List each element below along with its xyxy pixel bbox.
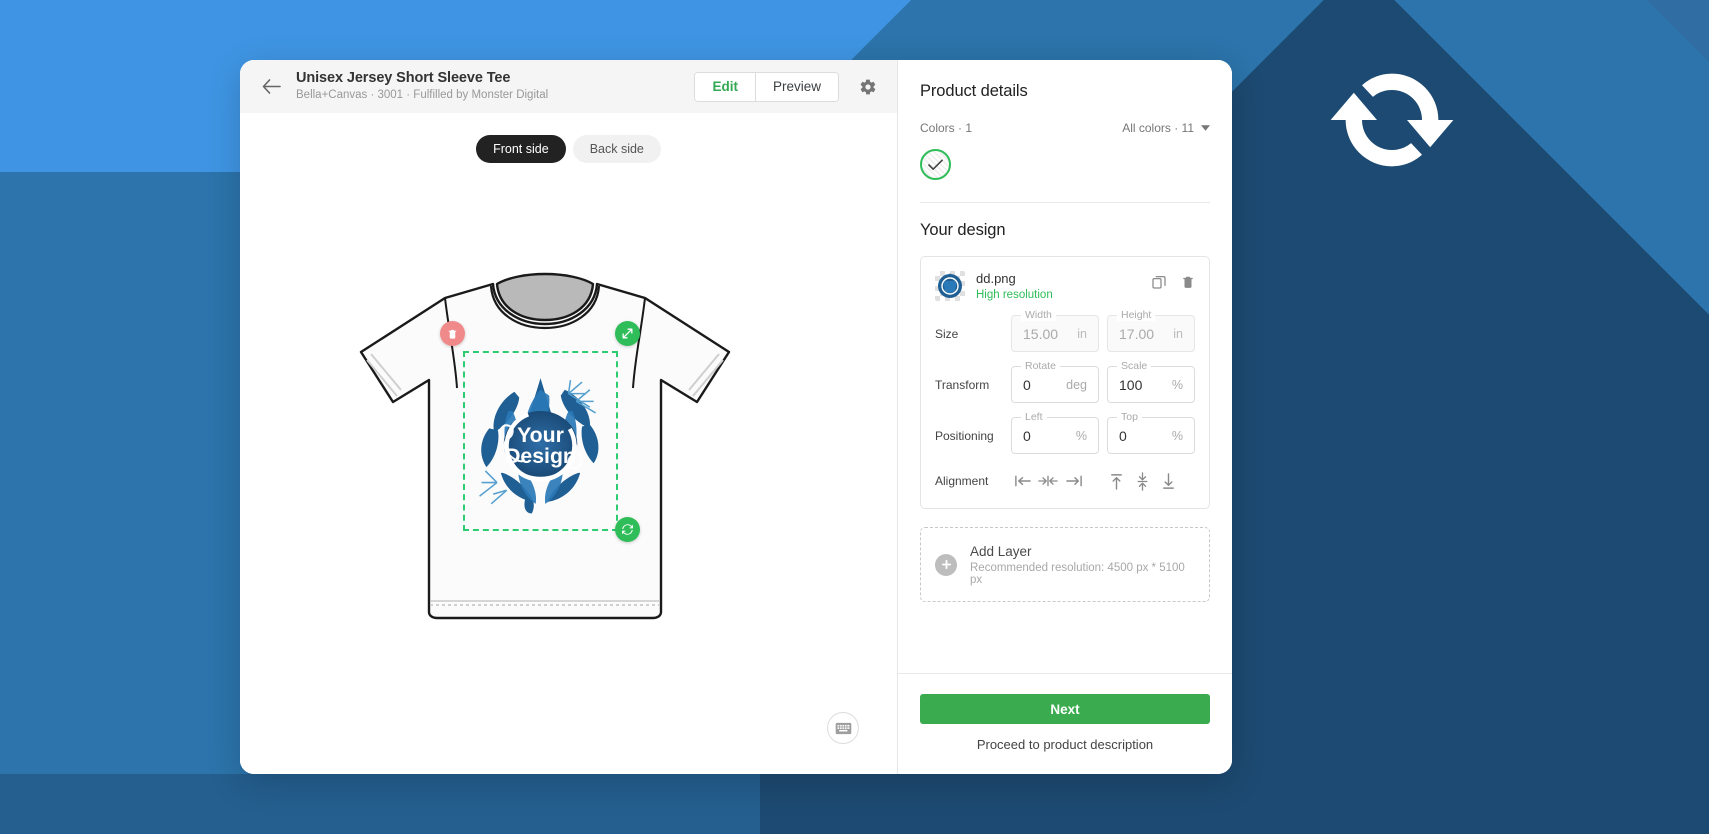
align-left-icon[interactable] — [1011, 470, 1033, 492]
screenshot-root: Unisex Jersey Short Sleeve Tee Bella+Can… — [0, 0, 1709, 834]
keyboard-shortcuts-button[interactable] — [827, 712, 859, 744]
colors-row: Colors · 1 All colors · 11 — [920, 121, 1210, 135]
top-unit: % — [1171, 428, 1183, 443]
scale-field[interactable]: Scale % — [1107, 360, 1195, 403]
duplicate-layer-button[interactable] — [1151, 274, 1167, 290]
product-designer-card: Unisex Jersey Short Sleeve Tee Bella+Can… — [240, 60, 1232, 774]
tab-back-side[interactable]: Back side — [572, 135, 661, 163]
layer-thumbnail — [935, 271, 965, 301]
color-swatch-selected[interactable] — [920, 149, 951, 180]
left-unit: % — [1075, 428, 1087, 443]
chevron-down-icon — [1201, 125, 1210, 131]
positioning-row: Positioning Left % Top % — [935, 411, 1195, 454]
copy-icon — [1152, 276, 1166, 289]
add-layer-title: Add Layer — [970, 544, 1032, 559]
align-center-horizontal-icon[interactable] — [1037, 470, 1059, 492]
layer-file-name: dd.png — [976, 271, 1016, 286]
align-middle-vertical-icon[interactable] — [1131, 470, 1153, 492]
width-unit: in — [1077, 326, 1087, 341]
rotate-input[interactable] — [1023, 376, 1061, 393]
check-icon — [928, 159, 943, 170]
rotate-field[interactable]: Rotate deg — [1011, 360, 1099, 403]
trash-icon — [1183, 276, 1193, 288]
app-topbar: Unisex Jersey Short Sleeve Tee Bella+Can… — [240, 60, 897, 113]
rotate-layer-handle[interactable] — [615, 517, 640, 542]
left-legend: Left — [1021, 411, 1047, 423]
gear-icon[interactable] — [853, 72, 883, 102]
layer-actions — [1151, 271, 1195, 290]
sync-refresh-icon — [1322, 60, 1462, 180]
width-legend: Width — [1021, 309, 1056, 321]
size-row-label: Size — [935, 326, 959, 341]
rotate-unit: deg — [1066, 377, 1087, 392]
background-shape-dark-bottom — [0, 774, 760, 834]
positioning-row-label: Positioning — [935, 428, 994, 443]
height-input[interactable] — [1119, 325, 1168, 342]
resize-layer-handle[interactable] — [615, 321, 640, 346]
your-design-section: Your design dd.png High resolution Size … — [898, 203, 1232, 602]
align-top-icon[interactable] — [1105, 470, 1127, 492]
tab-preview[interactable]: Preview — [754, 72, 838, 101]
add-layer-button[interactable]: Add Layer Recommended resolution: 4500 p… — [920, 527, 1210, 602]
add-layer-subtitle: Recommended resolution: 4500 px * 5100 p… — [970, 562, 1185, 586]
width-input[interactable] — [1023, 325, 1072, 342]
height-legend: Height — [1117, 309, 1156, 321]
product-title-block: Unisex Jersey Short Sleeve Tee Bella+Can… — [296, 70, 694, 103]
keyboard-icon — [835, 722, 851, 734]
height-field[interactable]: Height in — [1107, 309, 1195, 352]
tab-front-side[interactable]: Front side — [476, 135, 566, 163]
rotate-legend: Rotate — [1021, 360, 1060, 372]
next-button[interactable]: Next — [920, 694, 1210, 724]
add-layer-text: Add Layer Recommended resolution: 4500 p… — [970, 543, 1195, 586]
design-canvas[interactable]: Front side Back side Your Design — [240, 113, 897, 774]
panel-heading: Product details — [920, 82, 1028, 100]
left-input[interactable] — [1023, 427, 1070, 444]
scale-input[interactable] — [1119, 376, 1166, 393]
all-colors-label: All colors · 11 — [1122, 121, 1194, 135]
rotate-refresh-icon — [622, 524, 633, 535]
trash-icon — [448, 329, 457, 339]
layer-meta: dd.png High resolution — [976, 271, 1140, 301]
tab-edit[interactable]: Edit — [695, 72, 755, 101]
layer-resolution-status: High resolution — [976, 289, 1053, 301]
product-details-section: Product details Colors · 1 All colors · … — [898, 60, 1232, 203]
all-colors-dropdown[interactable]: All colors · 11 — [1122, 121, 1210, 135]
delete-layer-handle[interactable] — [440, 321, 465, 346]
back-arrow-icon[interactable] — [258, 74, 284, 100]
top-field[interactable]: Top % — [1107, 411, 1195, 454]
scale-unit: % — [1171, 377, 1183, 392]
design-heading: Your design — [920, 221, 1006, 239]
size-row: Size Width in Height in — [935, 309, 1195, 352]
top-legend: Top — [1117, 411, 1142, 423]
align-right-icon[interactable] — [1063, 470, 1085, 492]
plus-icon — [935, 553, 957, 576]
alignment-buttons — [1011, 470, 1179, 492]
layer-header: dd.png High resolution — [935, 271, 1195, 301]
scale-legend: Scale — [1117, 360, 1152, 372]
side-tabs: Front side Back side — [240, 135, 897, 163]
resize-diagonal-icon — [622, 328, 633, 339]
panel-footer: Next Proceed to product description — [898, 673, 1232, 774]
product-subtitle: Bella+Canvas · 3001 · Fulfilled by Monst… — [296, 89, 549, 101]
design-layer-card: dd.png High resolution Size Width 15.00 … — [920, 256, 1210, 509]
product-details-panel: Product details Colors · 1 All colors · … — [898, 60, 1232, 774]
alignment-label: Alignment — [935, 474, 989, 488]
transform-row-label: Transform — [935, 377, 990, 392]
footer-note: Proceed to product description — [976, 737, 1154, 752]
align-bottom-icon[interactable] — [1157, 470, 1179, 492]
mode-toggle-group: Edit Preview — [694, 71, 839, 102]
transform-row: Transform Rotate deg Scale % — [935, 360, 1195, 403]
page-title: Unisex Jersey Short Sleeve Tee — [296, 70, 511, 86]
canvas-column: Unisex Jersey Short Sleeve Tee Bella+Can… — [240, 60, 898, 774]
alignment-row: Alignment — [935, 470, 1195, 492]
colors-count-label: Colors · 1 — [920, 121, 973, 135]
width-field[interactable]: Width in — [1011, 309, 1099, 352]
left-field[interactable]: Left % — [1011, 411, 1099, 454]
delete-layer-button[interactable] — [1181, 274, 1195, 290]
height-unit: in — [1173, 326, 1183, 341]
selection-bounding-box[interactable] — [463, 351, 618, 531]
top-input[interactable] — [1119, 427, 1166, 444]
